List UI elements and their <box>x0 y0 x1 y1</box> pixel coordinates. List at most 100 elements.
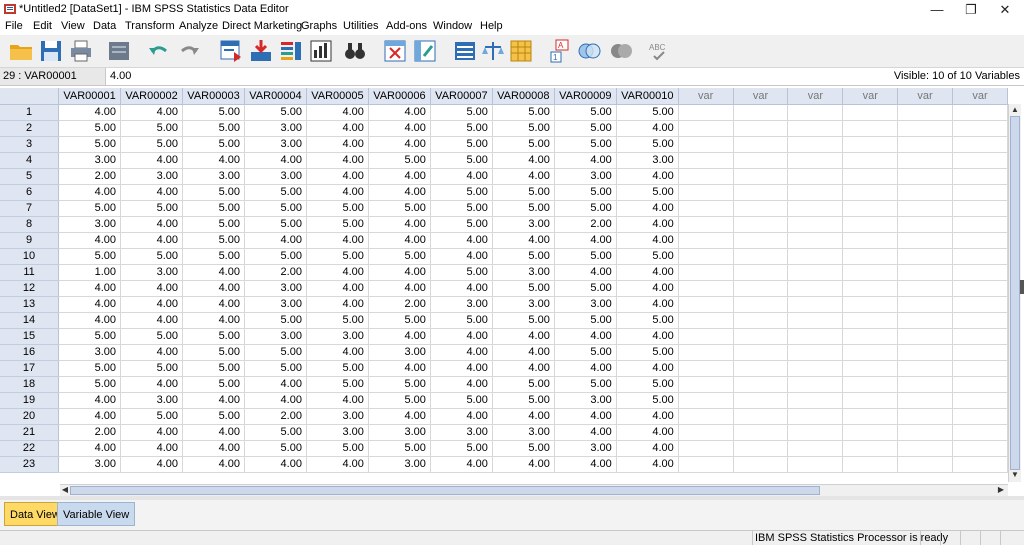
data-cell[interactable]: 4.00 <box>58 280 122 297</box>
empty-cell[interactable] <box>842 312 899 329</box>
empty-cell[interactable] <box>678 248 734 265</box>
weight-cases-icon[interactable] <box>480 38 506 64</box>
empty-cell[interactable] <box>952 216 1008 233</box>
data-cell[interactable]: 4.00 <box>616 456 679 473</box>
data-cell[interactable]: 5.00 <box>368 152 431 169</box>
data-cell[interactable]: 5.00 <box>616 392 679 409</box>
data-cell[interactable]: 4.00 <box>306 168 369 185</box>
data-cell[interactable]: 5.00 <box>244 424 307 441</box>
data-cell[interactable]: 5.00 <box>554 104 617 121</box>
data-cell[interactable]: 4.00 <box>368 136 431 153</box>
data-cell[interactable]: 5.00 <box>492 376 555 393</box>
empty-cell[interactable] <box>733 328 789 345</box>
data-cell[interactable]: 4.00 <box>368 232 431 249</box>
print-icon[interactable] <box>68 38 94 64</box>
data-cell[interactable]: 5.00 <box>182 216 245 233</box>
data-cell[interactable]: 5.00 <box>368 312 431 329</box>
data-cell[interactable]: 2.00 <box>58 168 122 185</box>
data-cell[interactable]: 4.00 <box>182 392 245 409</box>
data-cell[interactable]: 5.00 <box>430 392 493 409</box>
data-cell[interactable]: 4.00 <box>120 424 184 441</box>
data-cell[interactable]: 5.00 <box>616 136 679 153</box>
empty-cell[interactable] <box>678 264 734 281</box>
data-cell[interactable]: 4.00 <box>368 264 431 281</box>
data-cell[interactable]: 5.00 <box>58 248 122 265</box>
data-cell[interactable]: 5.00 <box>554 248 617 265</box>
data-cell[interactable]: 4.00 <box>120 312 184 329</box>
data-cell[interactable]: 3.00 <box>306 408 369 425</box>
empty-cell[interactable] <box>678 280 734 297</box>
row-number[interactable]: 2 <box>0 120 60 137</box>
open-folder-icon[interactable] <box>8 38 34 64</box>
empty-cell[interactable] <box>842 216 899 233</box>
menu-data[interactable]: Data <box>93 20 116 32</box>
empty-column-header[interactable]: var <box>952 88 1008 105</box>
data-cell[interactable]: 4.00 <box>182 456 245 473</box>
data-cell[interactable]: 4.00 <box>368 104 431 121</box>
data-cell[interactable]: 4.00 <box>430 376 493 393</box>
data-cell[interactable]: 4.00 <box>58 440 122 457</box>
empty-cell[interactable] <box>952 264 1008 281</box>
column-header[interactable]: VAR00010 <box>616 88 679 105</box>
close-button[interactable]: ✕ <box>988 0 1022 19</box>
data-cell[interactable]: 5.00 <box>492 248 555 265</box>
data-cell[interactable]: 2.00 <box>244 408 307 425</box>
data-cell[interactable]: 5.00 <box>554 312 617 329</box>
data-cell[interactable]: 4.00 <box>182 440 245 457</box>
empty-cell[interactable] <box>733 344 789 361</box>
data-cell[interactable]: 4.00 <box>492 152 555 169</box>
empty-cell[interactable] <box>897 120 953 137</box>
data-cell[interactable]: 5.00 <box>58 136 122 153</box>
select-cases-icon[interactable] <box>508 38 534 64</box>
data-cell[interactable]: 4.00 <box>616 216 679 233</box>
data-cell[interactable]: 5.00 <box>244 360 307 377</box>
data-cell[interactable]: 4.00 <box>492 344 555 361</box>
empty-column-header[interactable]: var <box>678 88 734 105</box>
data-cell[interactable]: 3.00 <box>306 424 369 441</box>
data-cell[interactable]: 3.00 <box>430 424 493 441</box>
empty-cell[interactable] <box>897 392 953 409</box>
data-cell[interactable]: 2.00 <box>554 216 617 233</box>
empty-cell[interactable] <box>842 440 899 457</box>
column-header[interactable]: VAR00001 <box>58 88 122 105</box>
row-number[interactable]: 20 <box>0 408 60 425</box>
column-header[interactable]: VAR00007 <box>430 88 493 105</box>
spell-check-icon[interactable]: ABC <box>646 38 672 64</box>
insert-cases-icon[interactable] <box>382 38 408 64</box>
empty-cell[interactable] <box>678 296 734 313</box>
empty-cell[interactable] <box>952 152 1008 169</box>
empty-cell[interactable] <box>952 440 1008 457</box>
data-cell[interactable]: 3.00 <box>554 392 617 409</box>
empty-cell[interactable] <box>897 216 953 233</box>
empty-column-header[interactable]: var <box>787 88 844 105</box>
empty-cell[interactable] <box>897 168 953 185</box>
data-cell[interactable]: 4.00 <box>244 232 307 249</box>
go-to-case-icon[interactable] <box>218 38 244 64</box>
empty-cell[interactable] <box>678 200 734 217</box>
empty-cell[interactable] <box>787 296 844 313</box>
empty-cell[interactable] <box>733 376 789 393</box>
scroll-up-arrow-icon[interactable]: ▲ <box>1010 105 1020 115</box>
data-cell[interactable]: 5.00 <box>430 200 493 217</box>
data-cell[interactable]: 3.00 <box>244 328 307 345</box>
data-cell[interactable]: 4.00 <box>306 152 369 169</box>
row-number[interactable]: 19 <box>0 392 60 409</box>
data-cell[interactable]: 4.00 <box>554 232 617 249</box>
value-labels-icon[interactable]: A1 <box>548 38 574 64</box>
data-cell[interactable]: 4.00 <box>182 152 245 169</box>
menu-utilities[interactable]: Utilities <box>343 20 378 32</box>
data-cell[interactable]: 5.00 <box>492 104 555 121</box>
data-cell[interactable]: 5.00 <box>306 248 369 265</box>
row-number[interactable]: 6 <box>0 184 60 201</box>
data-cell[interactable]: 3.00 <box>492 296 555 313</box>
data-cell[interactable]: 4.00 <box>554 456 617 473</box>
empty-cell[interactable] <box>787 344 844 361</box>
data-cell[interactable]: 4.00 <box>182 296 245 313</box>
empty-cell[interactable] <box>842 200 899 217</box>
empty-cell[interactable] <box>952 168 1008 185</box>
empty-cell[interactable] <box>842 264 899 281</box>
horizontal-scroll-thumb[interactable] <box>70 486 820 495</box>
empty-cell[interactable] <box>787 120 844 137</box>
empty-cell[interactable] <box>787 200 844 217</box>
empty-cell[interactable] <box>733 216 789 233</box>
